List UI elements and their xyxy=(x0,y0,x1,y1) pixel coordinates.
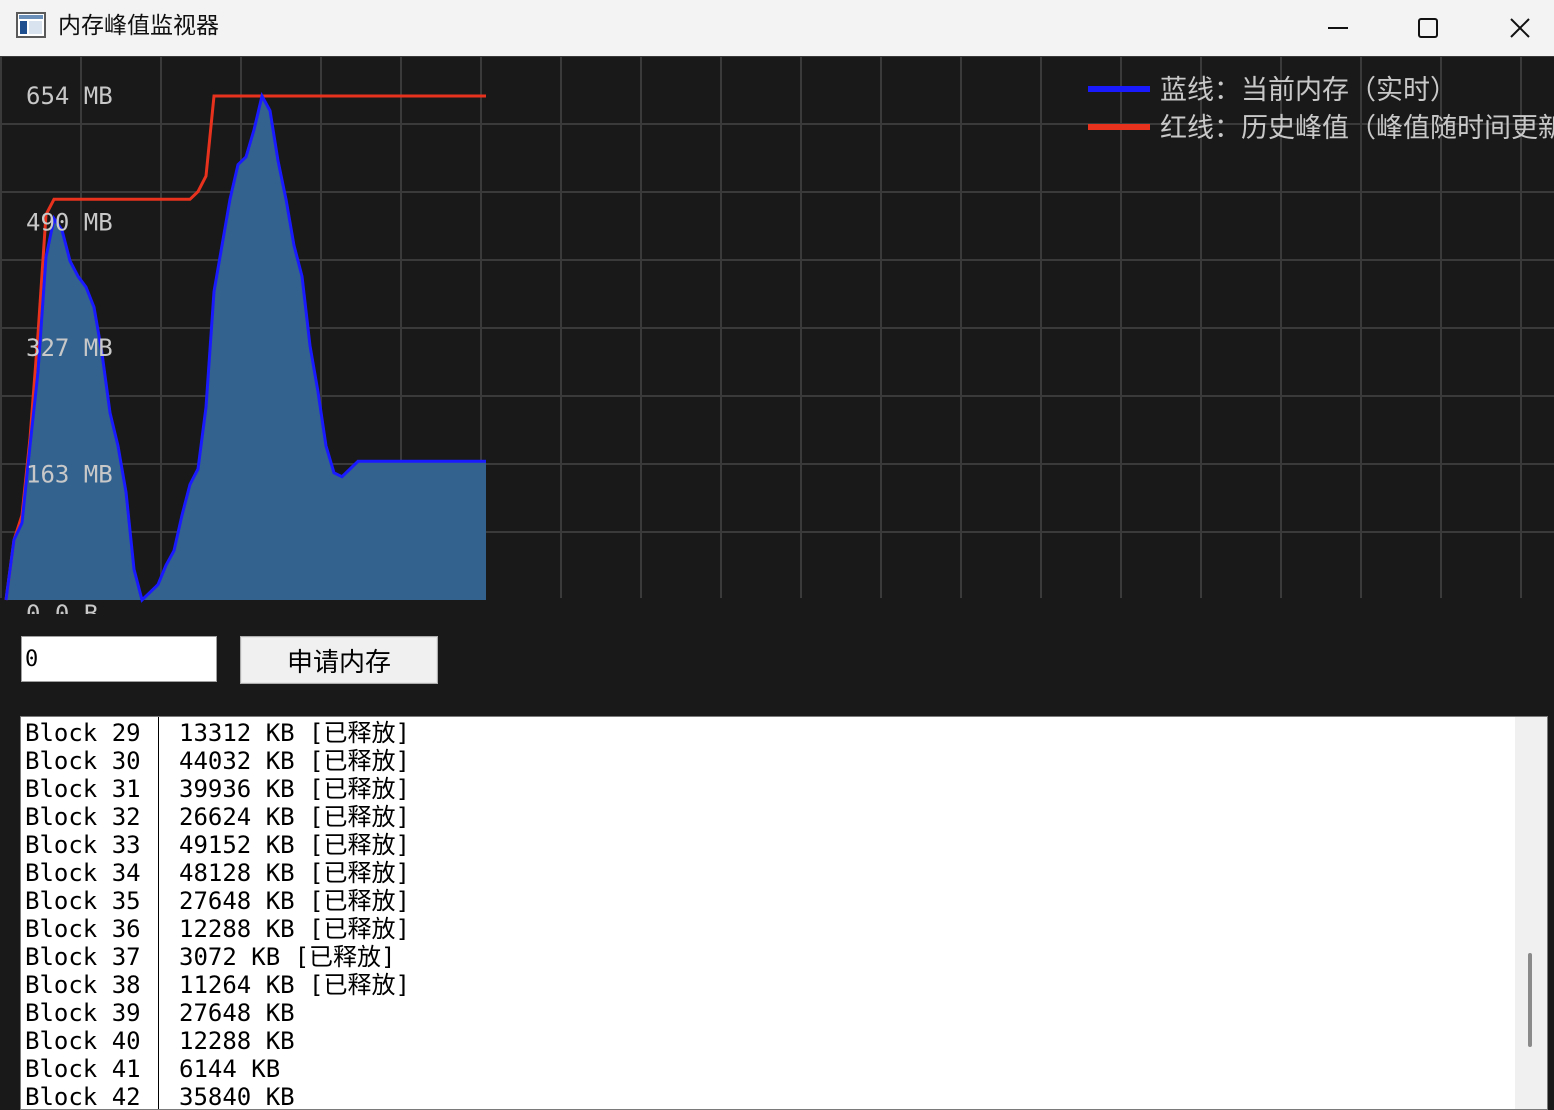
close-button[interactable] xyxy=(1474,0,1554,56)
block-name: Block 42 xyxy=(25,1083,141,1110)
y-tick-label: 490 MB xyxy=(26,208,113,236)
block-list-item[interactable]: Block 31 39936 KB [已释放] xyxy=(21,773,1515,805)
block-name: Block 34 xyxy=(25,859,141,887)
block-size-input[interactable] xyxy=(21,636,217,682)
block-detail: 49152 KB [已释放] xyxy=(179,831,410,859)
list-scroll-thumb[interactable] xyxy=(1528,953,1532,1047)
block-name: Block 32 xyxy=(25,803,141,831)
block-list-item[interactable]: Block 36 12288 KB [已释放] xyxy=(21,913,1515,945)
block-list-item[interactable]: Block 39 27648 KB xyxy=(21,997,1515,1029)
block-list-item[interactable]: Block 29 13312 KB [已释放] xyxy=(21,717,1515,749)
block-name: Block 30 xyxy=(25,747,141,775)
block-list-item[interactable]: Block 37 3072 KB [已释放] xyxy=(21,941,1515,973)
block-name: Block 39 xyxy=(25,999,141,1027)
block-detail: 12288 KB [已释放] xyxy=(179,915,410,943)
block-name: Block 29 xyxy=(25,719,141,747)
block-name: Block 36 xyxy=(25,915,141,943)
block-detail: 27648 KB [已释放] xyxy=(179,887,410,915)
maximize-icon xyxy=(1418,18,1438,38)
minimize-button[interactable] xyxy=(1292,0,1384,56)
y-tick-label: 163 MB xyxy=(26,460,113,488)
block-list-item[interactable]: Block 33 49152 KB [已释放] xyxy=(21,829,1515,861)
block-list-item[interactable]: Block 34 48128 KB [已释放] xyxy=(21,857,1515,889)
block-detail: 6144 KB xyxy=(179,1055,281,1083)
block-detail: 39936 KB [已释放] xyxy=(179,775,410,803)
block-list[interactable]: Block 29 13312 KB [已释放] Block 30 44032 KB [… xyxy=(20,716,1548,1110)
block-list-item[interactable]: Block 32 26624 KB [已释放] xyxy=(21,801,1515,833)
block-name: Block 35 xyxy=(25,887,141,915)
block-name: Block 41 xyxy=(25,1055,141,1083)
block-name: Block 40 xyxy=(25,1027,141,1055)
block-detail: 27648 KB xyxy=(179,999,295,1027)
block-detail: 11264 KB [已释放] xyxy=(179,971,410,999)
app-window-icon xyxy=(16,12,46,38)
allocate-memory-button[interactable]: 申请内存 xyxy=(240,636,438,684)
block-list-item[interactable]: Block 41 6144 KB xyxy=(21,1053,1515,1085)
window-title: 内存峰值监视器 xyxy=(58,13,219,39)
legend-label: 红线：历史峰值（峰值随时间更新） xyxy=(1160,113,1554,144)
column-separator xyxy=(158,1081,159,1109)
block-detail: 35840 KB xyxy=(179,1083,295,1110)
close-icon xyxy=(1510,18,1530,38)
maximize-button[interactable] xyxy=(1382,0,1474,56)
block-list-item[interactable]: Block 40 12288 KB xyxy=(21,1025,1515,1057)
block-detail: 48128 KB [已释放] xyxy=(179,859,410,887)
block-detail: 44032 KB [已释放] xyxy=(179,747,410,775)
block-name: Block 33 xyxy=(25,831,141,859)
y-tick-label: 654 MB xyxy=(26,82,113,110)
block-detail: 3072 KB [已释放] xyxy=(179,943,396,971)
app-window: 内存峰值监视器 654 MB 490 MB 327 MB 163 MB 0.0 B 蓝线：… xyxy=(0,0,1554,1110)
list-scrollbar[interactable] xyxy=(1515,717,1547,1109)
block-list-item[interactable]: Block 30 44032 KB [已释放] xyxy=(21,745,1515,777)
block-detail: 13312 KB [已释放] xyxy=(179,719,410,747)
y-tick-label: 327 MB xyxy=(26,334,113,362)
y-tick-label: 0.0 B xyxy=(26,600,98,614)
block-detail: 26624 KB [已释放] xyxy=(179,803,410,831)
memory-chart: 654 MB 490 MB 327 MB 163 MB 0.0 B 蓝线：当前内存（实时）… xyxy=(0,56,1554,614)
minimize-icon xyxy=(1328,27,1348,29)
block-name: Block 31 xyxy=(25,775,141,803)
block-name: Block 38 xyxy=(25,971,141,999)
block-list-item[interactable]: Block 35 27648 KB [已释放] xyxy=(21,885,1515,917)
block-detail: 12288 KB xyxy=(179,1027,295,1055)
memory-chart-svg: 654 MB 490 MB 327 MB 163 MB 0.0 B 蓝线：当前内存（实时）… xyxy=(0,56,1554,614)
block-list-item[interactable]: Block 38 11264 KB [已释放] xyxy=(21,969,1515,1001)
legend-label: 蓝线：当前内存（实时） xyxy=(1160,75,1457,106)
title-bar[interactable]: 内存峰值监视器 xyxy=(0,0,1554,57)
block-list-item[interactable]: Block 42 35840 KB xyxy=(21,1081,1515,1110)
block-name: Block 37 xyxy=(25,943,141,971)
